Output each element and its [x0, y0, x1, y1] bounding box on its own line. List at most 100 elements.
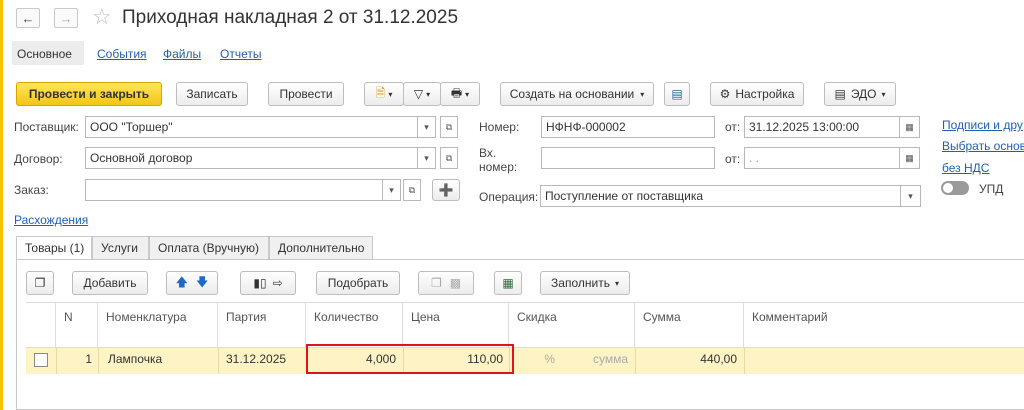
header-item[interactable]: Номенклатура — [98, 302, 218, 348]
open-icon: ⧉ — [445, 152, 453, 163]
chevron-down-icon: ▾ — [424, 121, 429, 132]
structure-button[interactable]: ▤ — [664, 82, 690, 106]
upd-toggle[interactable] — [941, 181, 969, 195]
in-date-prefix: от: — [725, 152, 741, 166]
calendar-icon: ▦ — [905, 121, 914, 132]
operation-dropdown-button[interactable]: ▾ — [901, 185, 921, 207]
header-comment[interactable]: Комментарий — [744, 302, 1024, 348]
order-label: Заказ: — [14, 183, 49, 197]
discrepancies-link[interactable]: Расхождения — [14, 213, 88, 227]
post-and-close-button[interactable]: Провести и закрыть — [16, 82, 162, 106]
gear-icon: ⚙ — [719, 87, 731, 101]
favorite-star-icon[interactable]: ☆ — [92, 4, 112, 30]
date-field[interactable]: 31.12.2025 13:00:00 — [744, 116, 900, 138]
tab-payment[interactable]: Оплата (Вручную) — [149, 236, 269, 260]
tab-goods[interactable]: Товары (1) — [16, 236, 92, 260]
arrow-left-icon: ← — [21, 10, 35, 26]
import-icon: ⇨ — [272, 276, 283, 290]
tab-main[interactable]: Основное — [17, 47, 72, 61]
header-discount[interactable]: Скидка — [509, 302, 635, 348]
add-row-button[interactable]: Добавить — [72, 271, 148, 295]
in-date-field[interactable]: . . — [744, 147, 900, 169]
row-divider — [218, 348, 219, 374]
operation-field[interactable]: Поступление от поставщика — [540, 185, 901, 207]
highlight-frame — [306, 344, 514, 374]
arrow-up-icon: 🡅 — [175, 274, 188, 289]
post-button[interactable]: Провести — [268, 82, 344, 106]
cell-discount-sum[interactable]: сумма — [560, 352, 628, 366]
contract-open-button[interactable]: ⧉ — [440, 147, 458, 169]
create-based-button[interactable]: Создать на основании ▾ — [500, 82, 654, 106]
supplier-dropdown-button[interactable]: ▾ — [418, 116, 436, 138]
chevron-down-icon: ▾ — [424, 152, 429, 163]
paste-icon: ▩ — [449, 276, 462, 290]
header-price[interactable]: Цена — [403, 302, 509, 348]
edo-button[interactable]: ▤ ЭДО ▾ — [824, 82, 896, 106]
order-field[interactable] — [85, 179, 383, 201]
header-batch[interactable]: Партия — [218, 302, 306, 348]
open-icon: ⧉ — [445, 121, 453, 132]
document-icon: 🗎 — [375, 85, 386, 100]
spreadsheet-icon: ▦ — [502, 276, 514, 290]
forward-button[interactable]: → — [54, 8, 78, 28]
row-divider — [744, 348, 745, 374]
create-doc-button[interactable]: 🗎 ▾ — [364, 82, 404, 106]
row-divider — [98, 348, 99, 374]
row-checkbox[interactable] — [34, 353, 48, 367]
chevron-down-icon: ▾ — [908, 190, 913, 201]
signatures-link[interactable]: Подписи и дру — [942, 118, 1023, 132]
supplier-field[interactable]: ООО "Торшер" — [85, 116, 418, 138]
in-date-calendar-button[interactable]: ▦ — [900, 147, 920, 169]
date-calendar-button[interactable]: ▦ — [900, 116, 920, 138]
in-number-field[interactable] — [541, 147, 715, 169]
print-button[interactable]: 🖶 ▾ — [440, 82, 480, 106]
printer-icon: 🖶 — [450, 85, 463, 100]
structure-icon: ▤ — [671, 87, 683, 101]
create-icon: ➕ — [438, 183, 454, 197]
in-number-label-2: номер: — [479, 160, 518, 174]
upd-label: УПД — [979, 182, 1004, 196]
cell-item[interactable]: Лампочка — [108, 352, 162, 366]
choose-basis-link[interactable]: Выбрать основ — [942, 139, 1024, 153]
chevron-down-icon: ▾ — [389, 184, 394, 195]
tab-files[interactable]: Файлы — [163, 47, 201, 61]
header-select — [26, 302, 56, 348]
vat-link[interactable]: без НДС — [942, 161, 989, 175]
order-dropdown-button[interactable]: ▾ — [383, 179, 401, 201]
order-open-button[interactable]: ⧉ — [403, 179, 421, 201]
header-sum[interactable]: Сумма — [635, 302, 744, 348]
filter-button[interactable]: ▽ ▾ — [403, 82, 441, 106]
back-button[interactable]: ← — [16, 8, 40, 28]
tab-additional[interactable]: Дополнительно — [269, 236, 373, 260]
pick-button[interactable]: Подобрать — [316, 271, 400, 295]
arrow-down-icon: 🡇 — [196, 274, 209, 289]
contract-dropdown-button[interactable]: ▾ — [418, 147, 436, 169]
contract-label: Договор: — [14, 152, 63, 166]
edo-icon: ▤ — [834, 87, 846, 101]
number-field[interactable]: НФНФ-000002 — [541, 116, 715, 138]
cell-discount-pct[interactable]: % — [509, 352, 555, 366]
save-button[interactable]: Записать — [176, 82, 248, 106]
open-icon: ⧉ — [408, 184, 416, 195]
contract-field[interactable]: Основной договор — [85, 147, 418, 169]
header-qty[interactable]: Количество — [306, 302, 403, 348]
clipboard-buttons[interactable]: ❐ ▩ — [418, 271, 474, 295]
cell-batch[interactable]: 31.12.2025 — [226, 352, 286, 366]
filter-icon: ▽ — [413, 87, 424, 101]
tab-events[interactable]: События — [97, 47, 147, 61]
supplier-open-button[interactable]: ⧉ — [440, 116, 458, 138]
header-n[interactable]: N — [56, 302, 98, 348]
settings-button[interactable]: ⚙ Настройка — [710, 82, 804, 106]
excel-button[interactable]: ▦ — [494, 271, 522, 295]
copy-rows-button[interactable]: ❐ — [26, 271, 54, 295]
page-title: Приходная накладная 2 от 31.12.2025 — [122, 7, 459, 28]
calendar-icon: ▦ — [905, 152, 914, 163]
move-buttons[interactable]: 🡅 🡇 — [166, 271, 218, 295]
row-divider — [56, 348, 57, 374]
barcode-buttons[interactable]: ▮▯ ⇨ — [240, 271, 296, 295]
cell-sum[interactable]: 440,00 — [635, 352, 737, 366]
fill-button[interactable]: Заполнить ▾ — [540, 271, 630, 295]
order-create-button[interactable]: ➕ — [432, 179, 460, 201]
tab-services[interactable]: Услуги — [92, 236, 149, 260]
tab-reports[interactable]: Отчеты — [220, 47, 261, 61]
